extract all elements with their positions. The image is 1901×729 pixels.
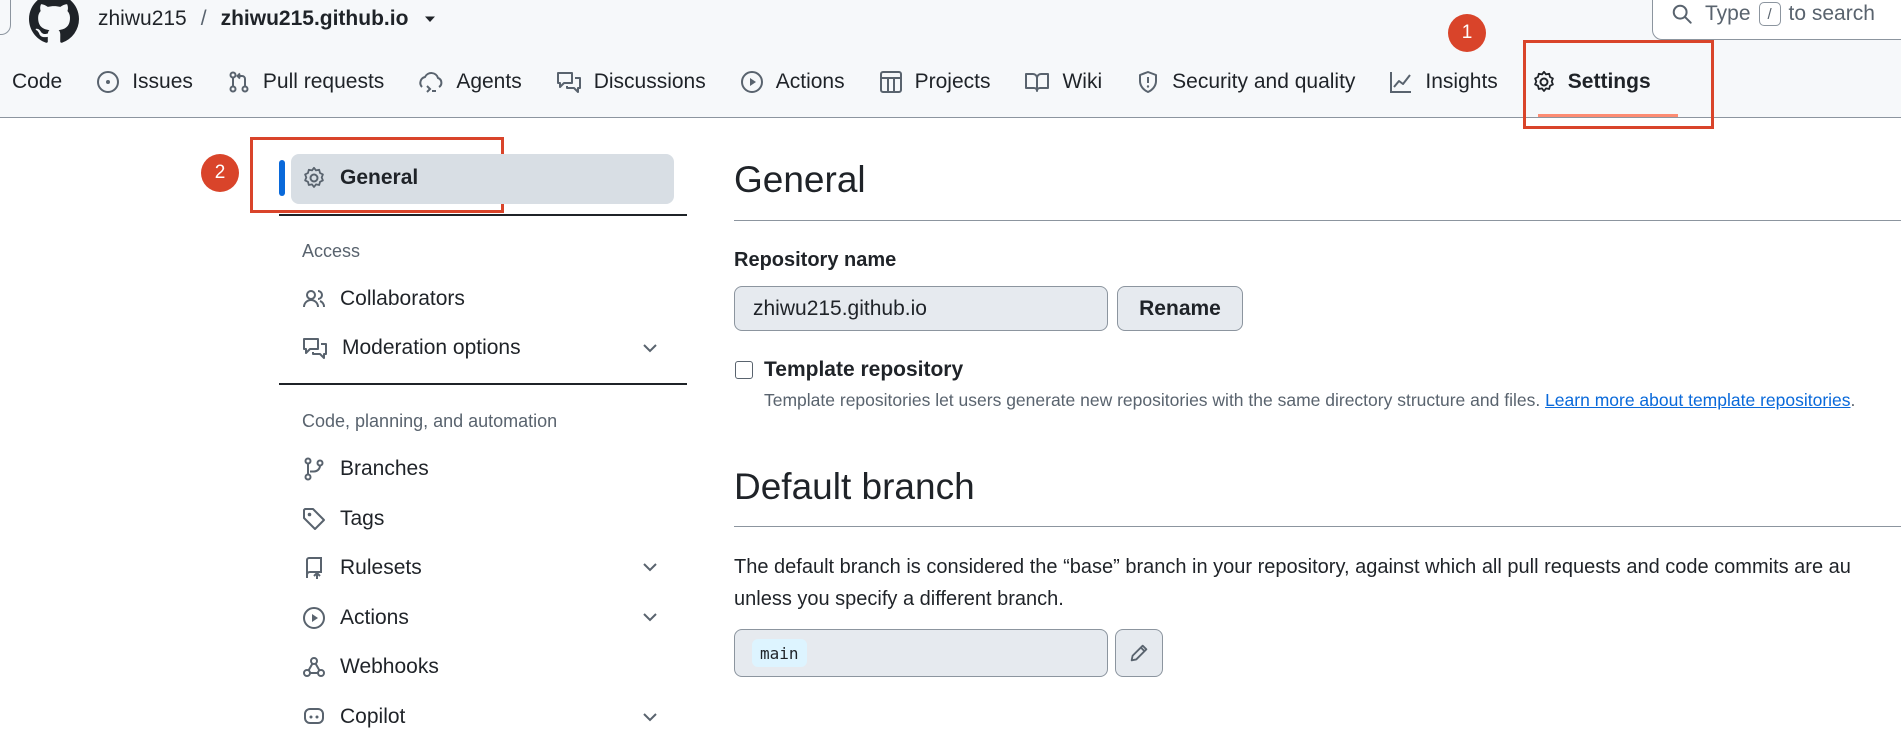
sidebar-item-rulesets[interactable]: Rulesets — [302, 556, 422, 580]
sidebar-divider — [279, 214, 687, 216]
book-icon — [1025, 73, 1050, 92]
shield-icon — [1139, 71, 1158, 93]
triangle-down-icon[interactable] — [422, 11, 438, 27]
tab-issues[interactable]: Issues — [96, 60, 193, 104]
search-placeholder-suffix: to search — [1788, 2, 1875, 25]
tab-pull-requests[interactable]: Pull requests — [227, 60, 384, 104]
chevron-down-icon[interactable] — [641, 558, 659, 576]
template-description-text: Template repositories let users generate… — [764, 390, 1541, 410]
sidebar-item-label: General — [340, 166, 419, 189]
tab-label: Insights — [1425, 70, 1498, 93]
sidebar-item-general[interactable]: General — [302, 166, 418, 190]
annotation-marker-2: 2 — [201, 154, 239, 192]
repo-link[interactable]: zhiwu215.github.io — [221, 7, 409, 31]
sidebar-item-tags[interactable]: Tags — [302, 507, 384, 531]
webhook-icon — [303, 657, 325, 677]
tab-insights[interactable]: Insights — [1389, 60, 1498, 104]
search-placeholder-prefix: Type — [1705, 2, 1751, 25]
pencil-icon — [1130, 644, 1148, 662]
template-repository-label: Template repository — [764, 358, 964, 381]
rename-button[interactable]: Rename — [1117, 286, 1243, 331]
tab-label: Actions — [775, 70, 845, 93]
default-branch-divider — [734, 526, 1901, 527]
issue-opened-icon — [97, 71, 120, 93]
sidebar-heading-access: Access — [302, 241, 361, 261]
breadcrumb: zhiwu215 / zhiwu215.github.io — [98, 3, 438, 35]
breadcrumb-separator: / — [200, 7, 207, 30]
search-input[interactable]: Type / to search — [1652, 0, 1901, 40]
tag-icon — [303, 508, 325, 530]
play-icon — [740, 71, 763, 93]
window-edge — [0, 0, 11, 35]
sidebar-item-label: Copilot — [340, 705, 406, 728]
chevron-down-icon[interactable] — [641, 708, 659, 726]
sidebar-item-copilot[interactable]: Copilot — [302, 705, 405, 729]
tab-label: Code — [12, 70, 63, 93]
sidebar-divider — [279, 383, 687, 385]
tab-agents[interactable]: Agents — [418, 60, 522, 104]
search-shortcut-key: / — [1758, 2, 1781, 26]
owner-link[interactable]: zhiwu215 — [98, 7, 187, 31]
repository-name-label: Repository name — [734, 249, 897, 271]
template-repository-description: Template repositories let users generate… — [764, 390, 1855, 411]
sidebar-item-branches[interactable]: Branches — [302, 457, 429, 481]
repository-name-field[interactable]: zhiwu215.github.io — [734, 286, 1108, 331]
template-learn-more-link[interactable]: Learn more about template repositories — [1545, 390, 1850, 410]
sidebar-item-label: Tags — [340, 507, 385, 530]
tab-code[interactable]: Code — [12, 60, 62, 104]
graph-icon — [1390, 72, 1412, 93]
tab-label: Issues — [132, 70, 193, 93]
repo-tabs: Code Issues Pull requests Agents Discuss… — [0, 60, 1685, 104]
tab-label: Security and quality — [1172, 70, 1356, 93]
github-logo-icon[interactable] — [29, 0, 79, 44]
tab-label: Projects — [914, 70, 991, 93]
default-branch-description-line2: unless you specify a different branch. — [734, 588, 1064, 610]
tab-security-and-quality[interactable]: Security and quality — [1136, 60, 1355, 104]
sidebar-item-moderation-options[interactable]: Moderation options — [302, 336, 521, 360]
template-repository-checkbox[interactable] — [735, 361, 753, 379]
chevron-down-icon[interactable] — [641, 339, 659, 357]
template-link-suffix: . — [1850, 390, 1856, 410]
sidebar-item-label: Actions — [340, 606, 409, 629]
comment-discussion-icon — [303, 338, 327, 359]
sidebar-active-indicator — [279, 160, 285, 196]
sidebar-item-label: Webhooks — [340, 655, 439, 678]
default-branch-title: Default branch — [734, 466, 975, 507]
tab-wiki[interactable]: Wiki — [1024, 60, 1102, 104]
title-divider — [734, 220, 1901, 221]
people-icon — [303, 290, 325, 308]
annotation-marker-1: 1 — [1448, 14, 1486, 52]
sidebar-item-actions[interactable]: Actions — [302, 606, 409, 630]
page-title: General — [734, 159, 866, 200]
table-icon — [879, 71, 902, 93]
default-branch-description-line1: The default branch is considered the “ba… — [734, 556, 1851, 578]
sidebar-item-webhooks[interactable]: Webhooks — [302, 655, 439, 679]
repo-push-icon — [306, 557, 322, 579]
tab-label: Pull requests — [262, 70, 385, 93]
sidebar-item-label: Collaborators — [340, 287, 465, 310]
search-icon — [1672, 4, 1692, 24]
sidebar-item-label: Moderation options — [342, 336, 521, 359]
default-branch-name: main — [752, 639, 807, 667]
tab-projects[interactable]: Projects — [879, 60, 991, 104]
sidebar-item-label: Branches — [340, 457, 429, 480]
tab-label: Agents — [456, 70, 522, 93]
git-pull-request-icon — [229, 71, 249, 93]
annotation-box-settings — [1523, 40, 1714, 129]
comment-discussion-icon — [556, 72, 581, 93]
copilot-icon — [304, 708, 324, 724]
tab-actions[interactable]: Actions — [740, 60, 845, 104]
tab-label: Discussions — [593, 70, 706, 93]
git-branch-icon — [304, 457, 324, 481]
tab-label: Wiki — [1062, 70, 1103, 93]
edit-default-branch-button[interactable] — [1115, 629, 1163, 677]
sidebar-item-label: Rulesets — [340, 556, 422, 579]
sidebar-item-collaborators[interactable]: Collaborators — [302, 287, 465, 311]
chevron-down-icon[interactable] — [641, 608, 659, 626]
sidebar-heading-code-planning-automation: Code, planning, and automation — [302, 411, 558, 431]
gear-icon — [304, 166, 324, 188]
agent-icon — [419, 72, 443, 93]
play-icon — [303, 607, 325, 629]
tab-discussions[interactable]: Discussions — [556, 60, 706, 104]
